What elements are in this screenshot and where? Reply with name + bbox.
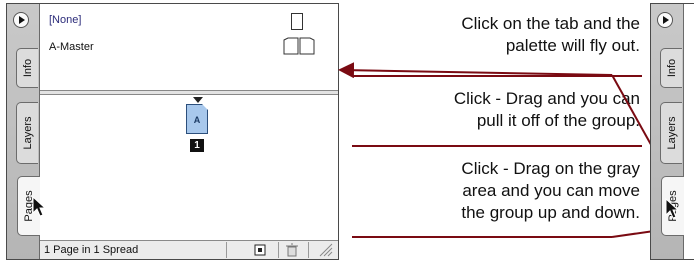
tab-info-label: Info [21, 58, 34, 78]
callout-flyout-line-1: Click on the tab and the [461, 14, 640, 33]
callout-move-group: Click - Drag on the gray area and you ca… [461, 158, 640, 224]
tab-layers[interactable]: Layers [16, 102, 38, 164]
mouse-cursor-icon-2 [665, 198, 679, 219]
tab-layers-label: Layers [21, 116, 34, 150]
collapsed-tab-layers-label: Layers [665, 116, 678, 150]
callout-move-group-line-1: Click - Drag on the gray [461, 159, 640, 178]
trash-icon[interactable] [280, 243, 304, 257]
pages-palette: Info Layers Pages [None] A-Master A 1 1 … [6, 3, 339, 260]
status-divider-3 [308, 242, 309, 258]
callout-move-group-line-3: the group up and down. [461, 203, 640, 222]
page-thumb-prefix: A [186, 104, 208, 134]
callout-pull-off-line-1: Click - Drag and you can [453, 89, 640, 108]
callout-move-group-line-2: area and you can move [462, 181, 640, 200]
collapsed-tab-strip[interactable]: Info Layers Pages [651, 4, 684, 259]
new-page-icon[interactable] [248, 243, 272, 257]
single-page-icon [291, 13, 303, 30]
master-none[interactable]: [None] [49, 14, 81, 26]
status-text: 1 Page in 1 Spread [44, 244, 139, 256]
page-number: 1 [190, 139, 204, 152]
collapsed-tab-info[interactable]: Info [660, 48, 682, 88]
rule-2 [352, 145, 642, 147]
spread-page-icon [283, 37, 315, 55]
collapsed-tab-info-label: Info [665, 58, 678, 78]
callout-pull-off: Click - Drag and you can pull it off of … [454, 88, 640, 132]
pages-panel: [None] A-Master A 1 [40, 4, 338, 259]
collapsed-palette: Info Layers Pages [650, 3, 694, 260]
callout-flyout-line-2: palette will fly out. [505, 36, 640, 55]
expand-arrow-icon[interactable] [657, 12, 673, 28]
collapsed-panel-edge [684, 4, 694, 259]
spread-indicator-icon [193, 97, 203, 103]
status-divider-2 [278, 242, 279, 258]
callout-pull-off-line-2: pull it off of the group. [476, 111, 640, 130]
master-a[interactable]: A-Master [49, 41, 94, 53]
section-divider[interactable] [40, 90, 338, 95]
callout-flyout: Click on the tab and the palette will fl… [461, 13, 640, 57]
resize-grip-icon[interactable] [312, 243, 336, 257]
mouse-cursor-icon [32, 196, 46, 217]
collapsed-tab-layers[interactable]: Layers [660, 102, 682, 164]
page-thumbnail[interactable]: A 1 [186, 97, 210, 157]
status-bar: 1 Page in 1 Spread [40, 240, 338, 259]
tab-info[interactable]: Info [16, 48, 38, 88]
palette-tab-strip[interactable]: Info Layers Pages [7, 4, 40, 259]
collapse-arrow-icon[interactable] [13, 12, 29, 28]
rule-1 [352, 75, 642, 77]
status-divider [226, 242, 227, 258]
